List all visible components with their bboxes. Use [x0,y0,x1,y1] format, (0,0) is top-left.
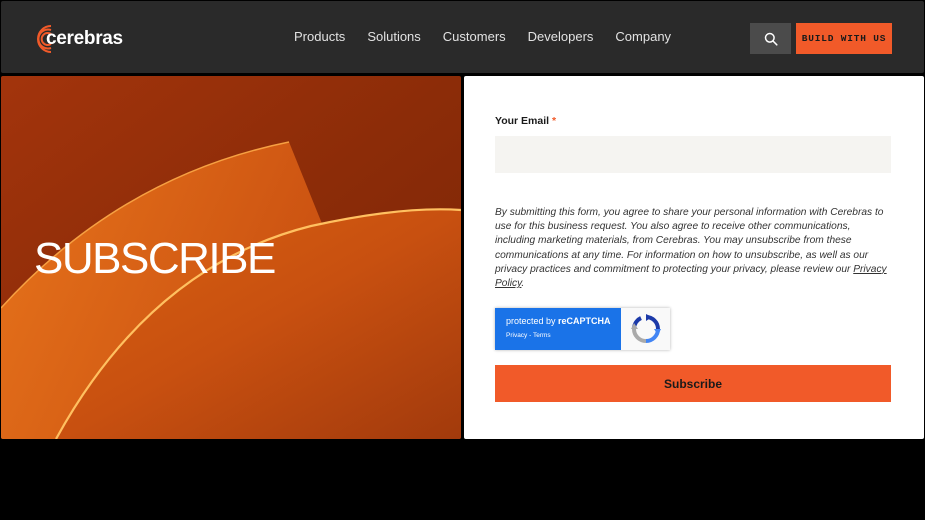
subscribe-form: Your Email * By submitting this form, yo… [464,76,924,439]
recaptcha-links: Privacy - Terms [506,332,621,339]
email-label-text: Your Email [495,115,550,127]
nav-company[interactable]: Company [615,29,671,44]
nav-products[interactable]: Products [294,29,345,44]
consent-end: . [521,278,525,290]
search-icon [764,32,778,46]
recaptcha-prefix: protected by [506,316,556,326]
subscribe-button[interactable]: Subscribe [495,365,891,402]
main-nav: Products Solutions Customers Developers … [283,29,682,44]
build-with-us-button[interactable]: BUILD WITH US [796,23,892,54]
search-button[interactable] [750,23,791,54]
required-asterisk: * [552,115,557,127]
recaptcha-label: protected by reCAPTCHA [506,316,621,327]
consent-body: By submitting this form, you agree to sh… [495,207,884,275]
recaptcha-privacy-link[interactable]: Privacy [506,332,527,339]
hero-title: SUBSCRIBE [34,234,276,283]
email-label: Your Email * [495,115,556,127]
subscribe-hero: SUBSCRIBE [1,76,461,439]
recaptcha-info: protected by reCAPTCHA Privacy - Terms [495,308,621,350]
cerebras-logo[interactable]: cerebras [34,22,123,56]
recaptcha-badge[interactable]: protected by reCAPTCHA Privacy - Terms [495,308,670,350]
nav-customers[interactable]: Customers [443,29,506,44]
site-header: cerebras Products Solutions Customers De… [1,1,924,73]
logo-text: cerebras [46,28,123,49]
recaptcha-terms-link[interactable]: Terms [533,332,551,339]
email-field[interactable] [495,136,891,173]
nav-solutions[interactable]: Solutions [367,29,420,44]
nav-developers[interactable]: Developers [528,29,594,44]
consent-text: By submitting this form, you agree to sh… [495,206,893,291]
recaptcha-icon [630,314,661,343]
recaptcha-logo [621,308,670,350]
recaptcha-brand: reCAPTCHA [558,316,611,326]
